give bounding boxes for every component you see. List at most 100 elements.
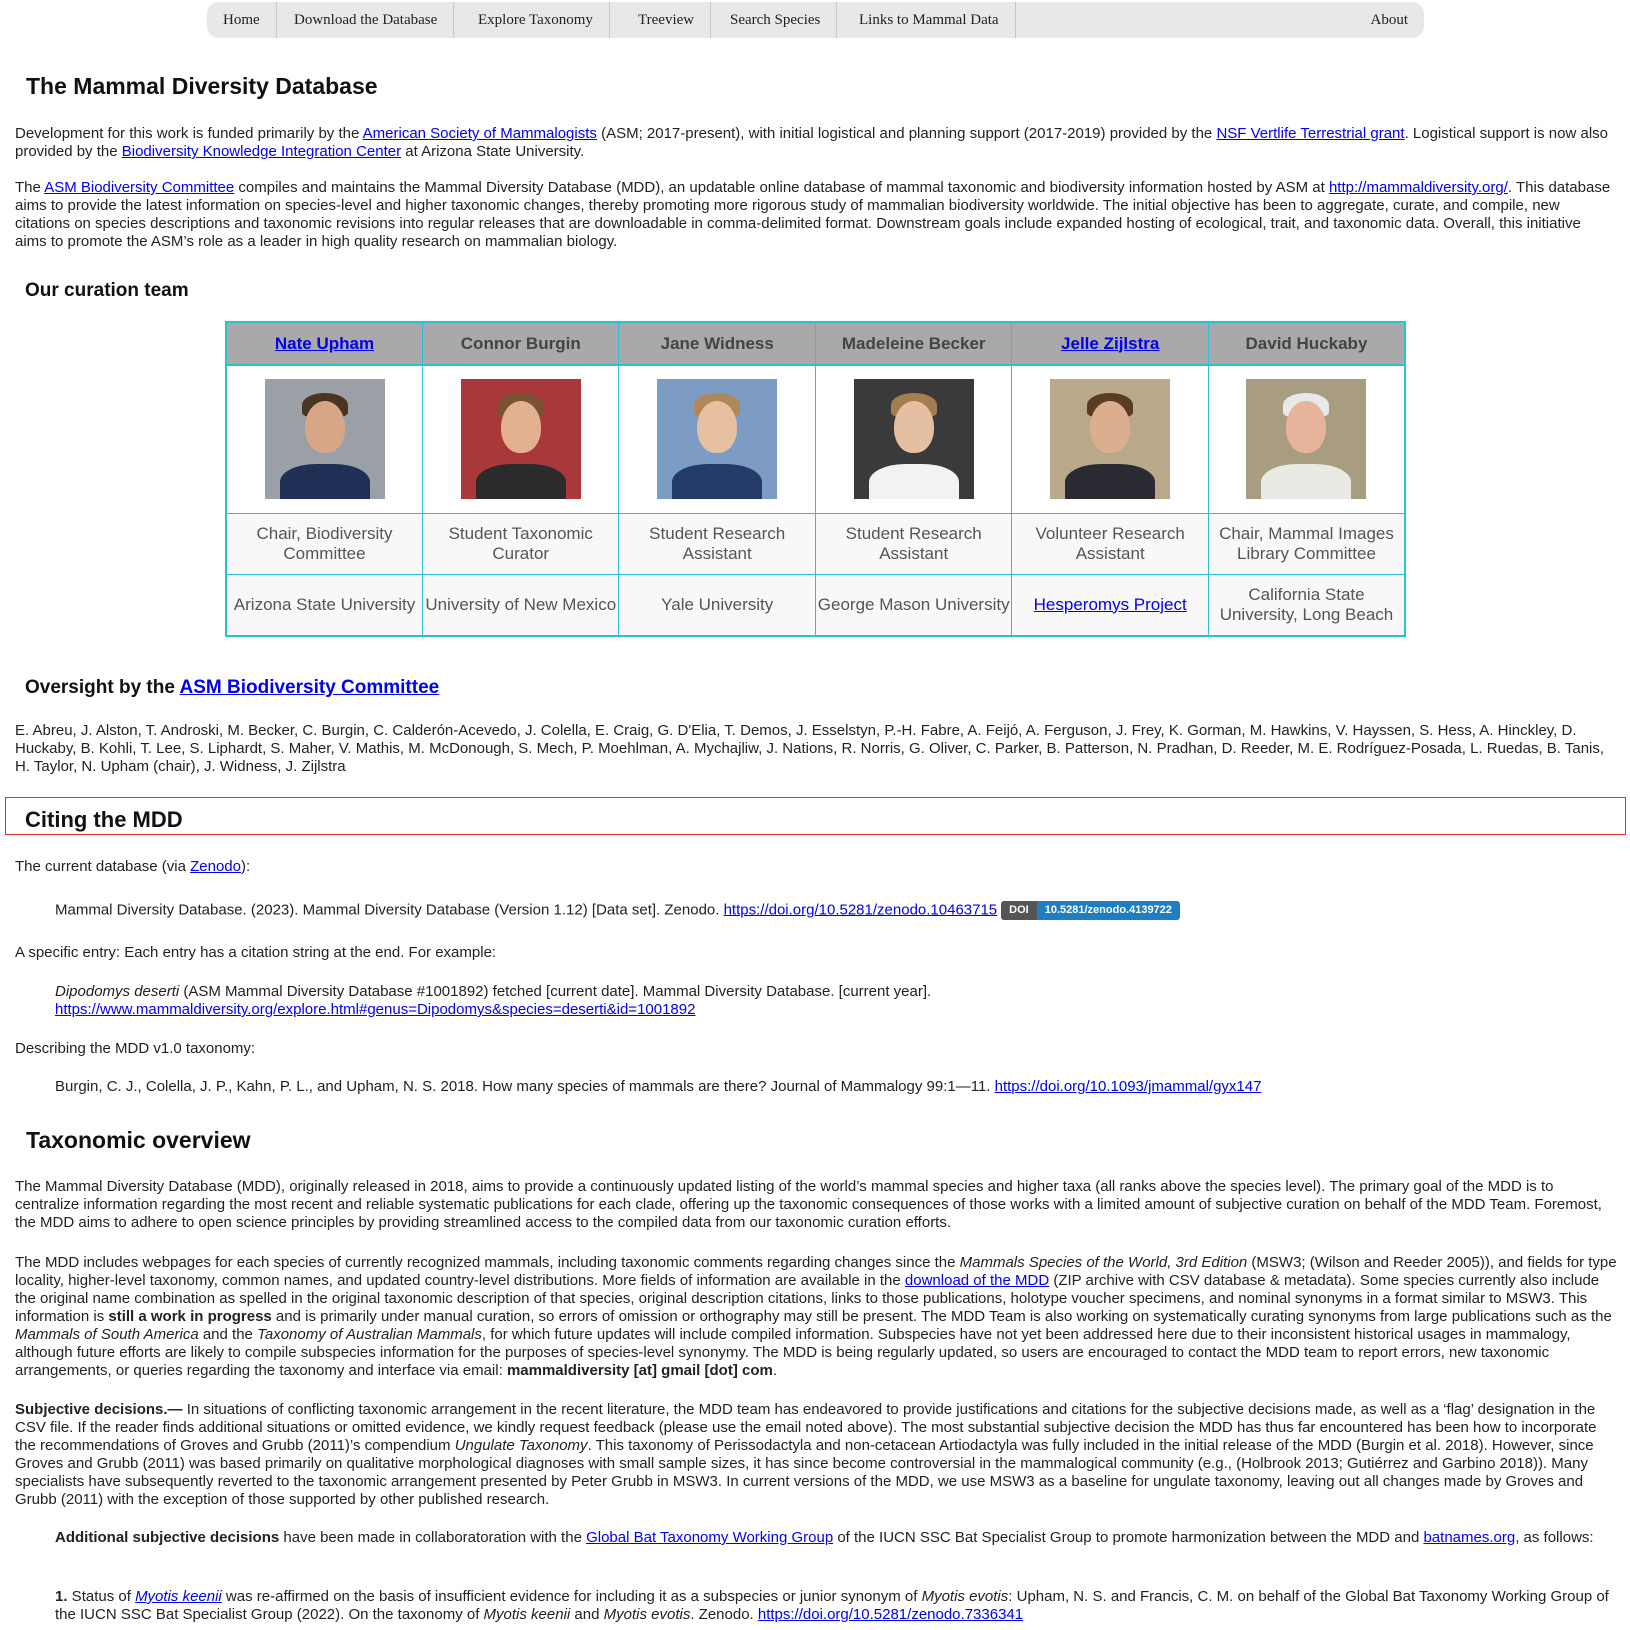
batnames-link[interactable]: batnames.org [1423,1529,1515,1546]
asm-link[interactable]: American Society of Mammalogists [363,125,597,142]
text: The current database (via [15,858,191,875]
team-member-name: Connor Burgin [460,333,581,353]
text: 1. [55,1588,68,1605]
team-member-institution: California State University, Long Beach [1219,584,1394,624]
team-member-name[interactable]: Jelle Zijlstra [1061,334,1159,353]
text: and [570,1606,604,1623]
nsf-vertlife-link[interactable]: NSF Vertlife Terrestrial grant [1216,125,1404,142]
intro-description: The ASM Biodiversity Committee compiles … [15,179,1615,251]
team-member-name-cell: David Huckaby [1207,321,1406,366]
team-member-institution[interactable]: Hesperomys Project [1034,595,1187,614]
nav-search-species[interactable]: Search Species [714,2,838,38]
specific-entry-label: A specific entry: Each entry has a citat… [15,944,497,961]
team-member-institution: University of New Mexico [425,594,617,614]
nav-about[interactable]: About [1355,2,1425,38]
team-photo-cell [1207,364,1406,514]
example-entry-link[interactable]: https://www.mammaldiversity.org/explore.… [55,1001,695,1018]
text: have been made in collaboratoration with… [279,1529,587,1546]
team-member-institution: Arizona State University [233,594,416,614]
taxonomic-heading: Taxonomic overview [26,1127,251,1153]
text: Burgin, C. J., Colella, J. P., Kahn, P. … [55,1078,995,1095]
myotis-doi-link[interactable]: https://doi.org/10.5281/zenodo.7336341 [758,1606,1023,1623]
text: compiles and maintains the Mammal Divers… [234,179,1329,196]
specific-entry-example: Dipodomys deserti (ASM Mammal Diversity … [55,983,1615,1019]
team-member-institution-cell: California State University, Long Beach [1207,573,1406,637]
nav-explore-taxonomy[interactable]: Explore Taxonomy [462,2,610,38]
team-member-name: Jane Widness [660,333,774,353]
mdd-site-link[interactable]: http://mammaldiversity.org/ [1329,179,1508,196]
team-member-photo [460,379,581,500]
page-title: The Mammal Diversity Database [26,73,378,99]
doi-badge-value: 10.5281/zenodo.4139722 [1036,901,1180,920]
text: Myotis evotis [921,1588,1009,1605]
team-photo-cell [225,364,423,514]
nav-treeview[interactable]: Treeview [622,2,712,38]
team-member-role: Chair, Biodiversity Committee [225,512,423,575]
download-mdd-link[interactable]: download of the MDD [905,1272,1049,1289]
team-member-photo [657,379,778,500]
text: at Arizona State University. [401,143,585,160]
team-member-role: Chair, Mammal Images Library Committee [1207,512,1406,575]
team-member-institution: Yale University [661,594,774,614]
zenodo-link[interactable]: Zenodo [190,858,241,875]
text: Taxonomy of Australian Mammals [257,1326,482,1343]
team-member-name: Madeleine Becker [841,333,986,353]
oversight-heading: Oversight by the ASM Biodiversity Commit… [25,676,439,700]
current-database-label: The current database (via Zenodo): [15,858,250,876]
text: Oversight by the [25,677,180,698]
top-nav: Home Download the Database Explore Taxon… [207,2,1424,38]
text: Myotis evotis [603,1606,691,1623]
asm-committee-link[interactable]: ASM Biodiversity Committee [44,179,234,196]
team-member-institution-cell: Yale University [618,573,816,637]
text: Ungulate Taxonomy [454,1437,588,1454]
text: and is primarily under manual curation, … [271,1308,1612,1325]
team-member-name-cell: Jane Widness [618,321,816,366]
team-photo-cell [421,364,620,514]
team-member-institution-cell: George Mason University [814,573,1013,637]
db-doi-link[interactable]: https://doi.org/10.5281/zenodo.10463715 [724,901,998,918]
text: (ASM Mammal Diversity Database #1001892)… [179,983,932,1000]
additional-decisions-paragraph: Additional subjective decisions have bee… [55,1529,1620,1547]
burgin-citation: Burgin, C. J., Colella, J. P., Kahn, P. … [55,1078,1261,1096]
team-member-role: Student Research Assistant [814,512,1013,575]
describing-label: Describing the MDD v1.0 taxonomy: [15,1040,256,1057]
team-member-role: Volunteer Research Assistant [1011,512,1209,575]
taxonomic-paragraph-1: The Mammal Diversity Database (MDD), ori… [15,1178,1602,1231]
text: was re-affirmed on the basis of insuffic… [221,1588,922,1605]
team-member-name-cell: Madeleine Becker [814,321,1013,366]
database-citation: Mammal Diversity Database. (2023). Mamma… [55,901,1180,920]
team-member-role: Student Research Assistant [618,512,816,575]
subjective-decisions-paragraph: Subjective decisions.— In situations of … [15,1401,1620,1509]
burgin-doi-link[interactable]: https://doi.org/10.1093/jmammal/gyx147 [995,1078,1262,1095]
team-member-name[interactable]: Nate Upham [275,334,374,353]
team-heading: Our curation team [25,280,189,301]
text: (ASM; 2017-present), with initial logist… [596,125,1217,142]
bkic-link[interactable]: Biodiversity Knowledge Integration Cente… [122,143,401,160]
text: The MDD includes webpages for each speci… [15,1254,960,1271]
text: Additional subjective decisions [55,1529,280,1546]
text: Mammals of South America [15,1326,199,1343]
team-member-institution-cell: University of New Mexico [421,573,620,637]
asm-committee-link[interactable]: ASM Biodiversity Committee [180,677,440,698]
bat-taxonomy-group-link[interactable]: Global Bat Taxonomy Working Group [586,1529,833,1546]
text: . [772,1362,778,1379]
doi-badge[interactable]: DOI 10.5281/zenodo.4139722 [1001,901,1180,920]
text: The [15,179,45,196]
contact-email: mammaldiversity [at] gmail [dot] com [506,1362,773,1379]
text: of the IUCN SSC Bat Specialist Group to … [833,1529,1424,1546]
text: Mammal Diversity Database. (2023). Mamma… [55,901,724,919]
text: Myotis keenii [483,1606,571,1623]
team-member-name-cell: Jelle Zijlstra [1011,321,1209,366]
nav-home[interactable]: Home [207,2,277,38]
team-member-name-cell: Connor Burgin [421,321,620,366]
team-member-institution-cell: Hesperomys Project [1011,573,1209,637]
text: Subjective decisions.— [15,1401,183,1418]
team-photo-cell [618,364,816,514]
text: and the [198,1326,258,1343]
intro-funding: Development for this work is funded prim… [15,125,1615,161]
nav-download[interactable]: Download the Database [278,2,455,38]
myotis-keenii-link[interactable]: Myotis keenii [135,1588,222,1605]
nav-links-mammal-data[interactable]: Links to Mammal Data [843,2,1016,38]
team-photo-cell [1011,364,1209,514]
citing-highlight-box [5,797,1626,835]
